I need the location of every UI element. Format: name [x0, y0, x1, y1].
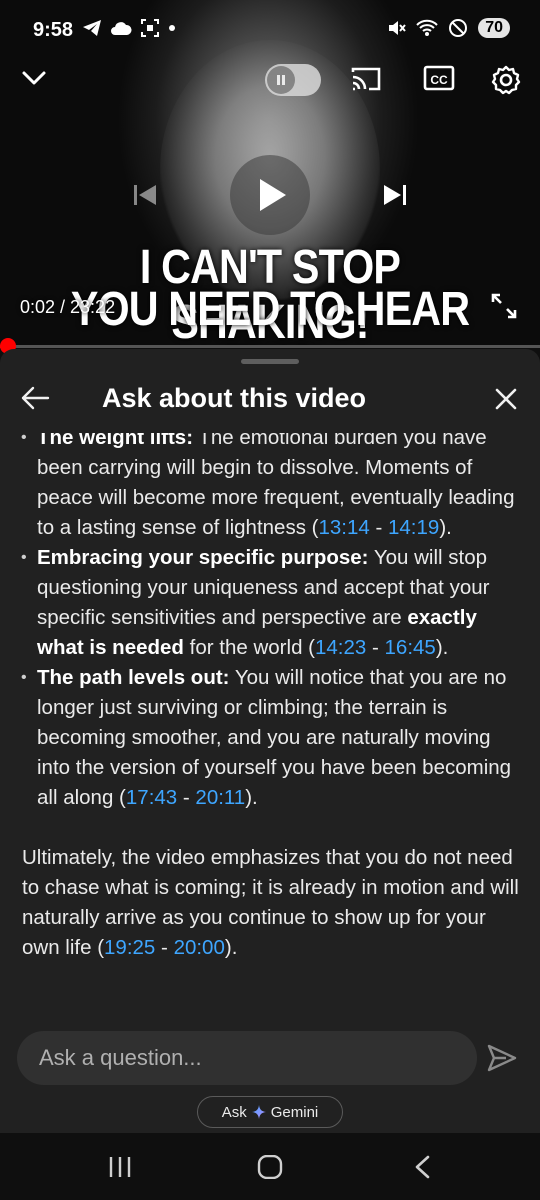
timestamp-separator: - — [155, 936, 174, 959]
ask-gemini-button[interactable]: Ask Gemini — [197, 1096, 343, 1128]
back-icon[interactable] — [412, 1155, 432, 1184]
bullet-heading: The path levels out: — [37, 666, 230, 689]
play-icon — [260, 179, 286, 211]
drag-handle[interactable] — [241, 359, 299, 364]
svg-text:CC: CC — [430, 73, 448, 87]
status-right-icons: 70 — [386, 18, 510, 38]
chevron-down-icon[interactable] — [20, 64, 48, 97]
paragraph-text: Ultimately, the video emphasizes that yo… — [22, 846, 519, 959]
cloud-icon — [111, 22, 132, 35]
status-bar: 9:58 70 — [0, 0, 540, 60]
ask-row — [0, 1031, 540, 1089]
timestamp-link[interactable]: 14:19 — [388, 516, 439, 539]
timestamp-link[interactable]: 20:00 — [174, 936, 225, 959]
time-display: 0:02 / 23:22 — [20, 297, 116, 317]
paragraph-end: ). — [224, 936, 238, 959]
timestamp-link[interactable]: 19:25 — [104, 936, 155, 959]
timestamp-link[interactable]: 20:11 — [195, 786, 245, 809]
previous-icon[interactable] — [130, 180, 160, 215]
play-button[interactable] — [230, 155, 310, 235]
sheet-header: Ask about this video — [0, 379, 540, 423]
summary-paragraph: Ultimately, the video emphasizes that yo… — [0, 843, 540, 963]
screenshot-icon — [141, 19, 159, 37]
timestamp-separator: - — [177, 786, 196, 809]
wifi-icon — [416, 19, 438, 36]
close-icon[interactable] — [494, 387, 518, 416]
timestamp-link[interactable]: 17:43 — [126, 786, 177, 809]
cast-icon[interactable] — [349, 64, 383, 99]
gemini-prefix: Ask — [221, 1103, 247, 1121]
fullscreen-icon[interactable] — [490, 292, 518, 325]
bullet-heading: Embracing your specific purpose: — [37, 546, 369, 569]
next-icon[interactable] — [380, 180, 410, 215]
send-icon[interactable] — [486, 1043, 518, 1078]
do-not-disturb-icon — [449, 19, 468, 37]
timestamp-separator: - — [366, 636, 385, 659]
back-arrow-icon[interactable] — [20, 385, 50, 416]
recent-apps-icon[interactable] — [107, 1155, 133, 1184]
video-progress-bar[interactable] — [0, 338, 540, 354]
home-icon[interactable] — [257, 1154, 283, 1184]
answer-content[interactable]: The weight lifts: The emotional burden y… — [0, 433, 540, 1021]
bullet-text: for the world ( — [183, 636, 315, 659]
timestamp-separator: - — [369, 516, 388, 539]
bullet-end: ). — [435, 636, 449, 659]
list-item: The weight lifts: The emotional burden y… — [0, 433, 540, 543]
timestamp-link[interactable]: 16:45 — [385, 636, 436, 659]
closed-captions-icon[interactable]: CC — [423, 64, 455, 97]
bullet-heading: The weight lifts: — [37, 433, 194, 449]
list-item: Embracing your specific purpose: You wil… — [0, 543, 540, 663]
ask-question-input[interactable] — [17, 1031, 477, 1085]
timestamp-link[interactable]: 14:23 — [315, 636, 366, 659]
timestamp-link[interactable]: 13:14 — [318, 516, 369, 539]
status-time: 9:58 — [33, 19, 74, 41]
gemini-sparkle-icon — [251, 1105, 266, 1119]
telegram-icon — [83, 20, 101, 36]
bullet-end: ). — [245, 786, 258, 809]
list-item: The path levels out: You will notice tha… — [0, 663, 540, 813]
gear-icon[interactable] — [490, 64, 522, 101]
bullet-end: ). — [439, 516, 452, 539]
autoplay-toggle[interactable] — [265, 64, 321, 96]
mute-icon — [389, 21, 406, 35]
gemini-label: Gemini — [270, 1103, 319, 1121]
status-left-icons — [82, 18, 176, 38]
system-navigation-bar — [0, 1133, 540, 1200]
pause-icon — [267, 66, 295, 94]
battery-indicator: 70 — [478, 18, 510, 38]
dot-icon — [169, 25, 175, 31]
ask-about-video-sheet: Ask about this video The weight lifts: T… — [0, 349, 540, 1133]
sheet-title: Ask about this video — [102, 383, 367, 413]
